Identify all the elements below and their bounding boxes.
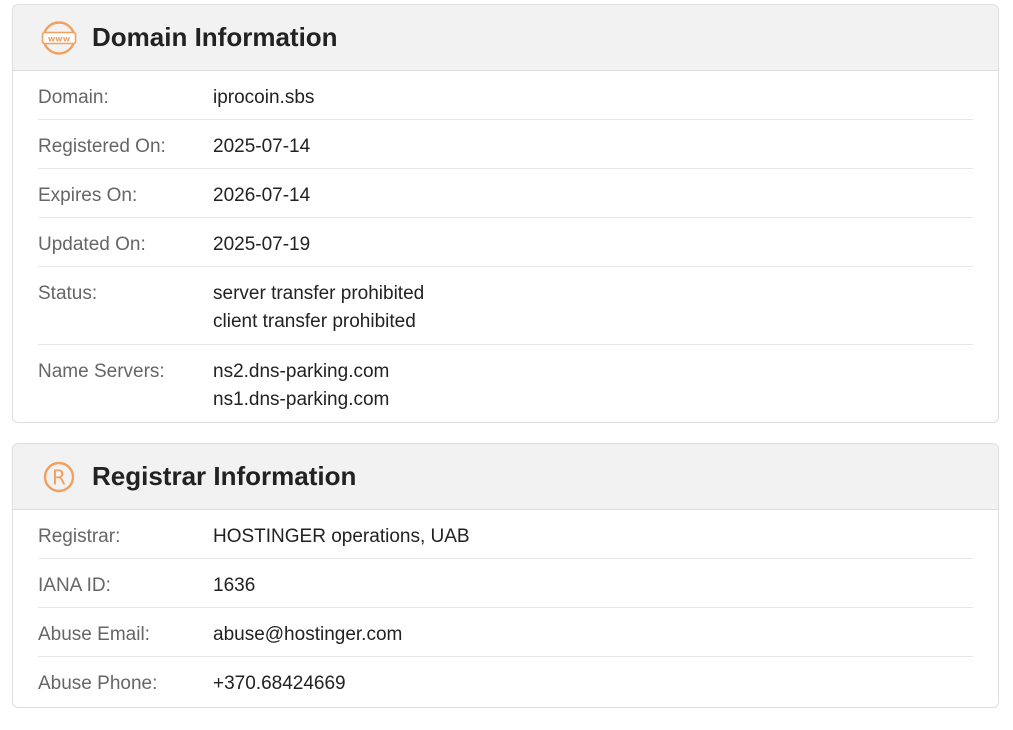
updated-on-label: Updated On: [38, 234, 146, 255]
iana-id-row: IANA ID: 1636 [38, 559, 973, 608]
iana-id-label: IANA ID: [38, 575, 111, 596]
abuse-email-row: Abuse Email: abuse@hostinger.com [38, 608, 973, 657]
name-servers-row: Name Servers: ns2.dns-parking.com ns1.dn… [38, 345, 973, 422]
www-icon: www [40, 19, 78, 57]
domain-information-title: Domain Information [92, 22, 338, 52]
registrar-information-header: R Registrar Information [13, 444, 998, 510]
domain-label: Domain: [38, 87, 109, 108]
svg-text:R: R [52, 465, 66, 489]
registrar-label: Registrar: [38, 526, 121, 547]
registrar-information-panel: R Registrar Information Registrar: HOSTI… [12, 443, 999, 708]
domain-row: Domain: iprocoin.sbs [38, 71, 973, 120]
status-value: client transfer prohibited [213, 311, 416, 332]
updated-on-value: 2025-07-19 [213, 234, 311, 255]
status-label: Status: [38, 283, 98, 304]
registered-on-row: Registered On: 2025-07-14 [38, 120, 973, 169]
svg-text:www: www [48, 34, 71, 43]
expires-on-row: Expires On: 2026-07-14 [38, 169, 973, 218]
name-servers-label: Name Servers: [38, 361, 165, 382]
abuse-email-value: abuse@hostinger.com [213, 624, 403, 645]
status-values: server transfer prohibited client transf… [213, 280, 424, 344]
abuse-phone-label: Abuse Phone: [38, 673, 158, 694]
registrar-row: Registrar: HOSTINGER operations, UAB [38, 510, 973, 559]
status-value: server transfer prohibited [213, 283, 425, 304]
abuse-phone-value: +370.68424669 [213, 673, 346, 694]
updated-on-row: Updated On: 2025-07-19 [38, 218, 973, 267]
registered-on-value: 2025-07-14 [213, 136, 311, 157]
registrar-value: HOSTINGER operations, UAB [213, 526, 470, 547]
name-server-value: ns1.dns-parking.com [213, 389, 390, 410]
registered-icon: R [40, 458, 78, 496]
name-servers-values: ns2.dns-parking.com ns1.dns-parking.com [213, 358, 390, 422]
domain-information-header: www Domain Information [13, 5, 998, 71]
name-server-value: ns2.dns-parking.com [213, 361, 390, 382]
domain-information-panel: www Domain Information Domain: iprocoin.… [12, 4, 999, 423]
expires-on-value: 2026-07-14 [213, 185, 311, 206]
iana-id-value: 1636 [213, 575, 256, 596]
domain-value: iprocoin.sbs [213, 87, 315, 108]
registered-on-label: Registered On: [38, 136, 166, 157]
registrar-information-title: Registrar Information [92, 461, 357, 491]
expires-on-label: Expires On: [38, 185, 138, 206]
abuse-email-label: Abuse Email: [38, 624, 150, 645]
abuse-phone-row: Abuse Phone: +370.68424669 [38, 657, 973, 706]
status-row: Status: server transfer prohibited clien… [38, 267, 973, 345]
